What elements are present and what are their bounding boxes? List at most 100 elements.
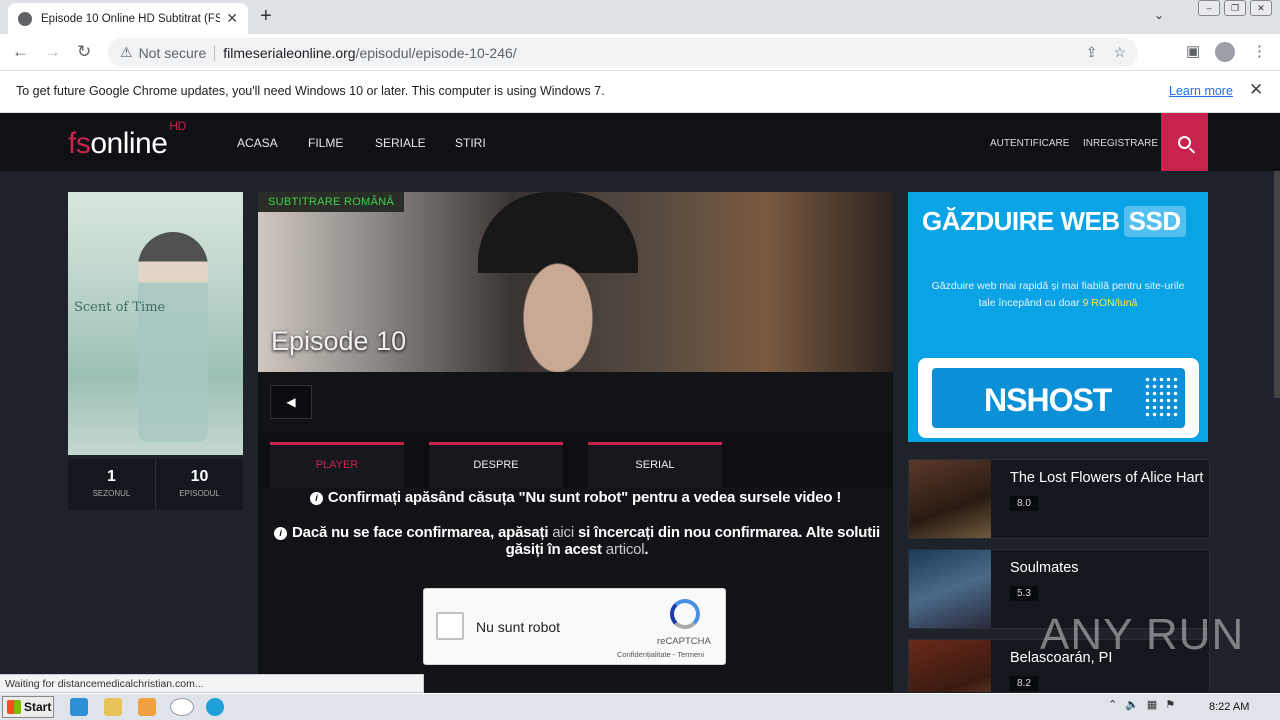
- chrome-icon[interactable]: [170, 698, 194, 716]
- server-panel: NSHOST: [932, 368, 1185, 428]
- tab-strip: Episode 10 Online HD Subtitrat (FSO ✕ + …: [0, 0, 1280, 34]
- volume-icon[interactable]: 🔈: [1125, 698, 1139, 711]
- anyrun-watermark: ANY RUN: [1040, 610, 1245, 659]
- url-domain: filmeserialeonline.org: [223, 44, 356, 61]
- bookmark-star-icon[interactable]: ☆: [1113, 44, 1126, 61]
- tab-serial[interactable]: SERIAL: [588, 442, 722, 488]
- back-icon[interactable]: ←: [12, 42, 29, 62]
- login-link[interactable]: AUTENTIFICARE: [990, 138, 1069, 149]
- player-panel: SUBTITRARE ROMÂNĂ Episode 10 ◀ PLAYER DE…: [258, 192, 893, 692]
- server-vent-icon: [1144, 376, 1178, 420]
- season-number: 1: [107, 468, 116, 485]
- list-thumbnail: [909, 640, 991, 692]
- subtitle-badge: SUBTITRARE ROMÂNĂ: [258, 192, 405, 212]
- forward-icon[interactable]: →: [44, 42, 61, 62]
- nav-acasa[interactable]: ACASA: [237, 136, 278, 150]
- episode-stat: 10 EPISODUL: [156, 459, 243, 510]
- list-thumbnail: [909, 460, 991, 538]
- network-icon[interactable]: ▦: [1147, 698, 1157, 711]
- captcha-notice: i Confirmați apăsând căsuța "Nu sunt robo…: [258, 489, 893, 506]
- share-icon[interactable]: ⇪: [1086, 44, 1098, 61]
- search-button[interactable]: [1161, 113, 1208, 171]
- restore-icon[interactable]: ❐: [1224, 0, 1246, 16]
- edge-icon[interactable]: [206, 698, 224, 716]
- infobar-close-icon[interactable]: ✕: [1249, 80, 1263, 100]
- media-player-icon[interactable]: [138, 698, 156, 716]
- poster-title: Scent of Time: [74, 300, 166, 315]
- poster-figure: [138, 232, 208, 442]
- ie-icon[interactable]: [70, 698, 88, 716]
- tab-title: Episode 10 Online HD Subtitrat (FSO: [41, 12, 221, 25]
- rating-badge: 8.2: [1010, 676, 1038, 691]
- aici-link[interactable]: aici: [552, 524, 574, 541]
- menu-kebab-icon[interactable]: ⋮: [1252, 42, 1267, 60]
- reload-icon[interactable]: ↻: [77, 42, 91, 62]
- update-infobar: To get future Google Chrome updates, you…: [0, 71, 1280, 113]
- side-panel-icon[interactable]: ▣: [1186, 42, 1200, 60]
- browser-tab[interactable]: Episode 10 Online HD Subtitrat (FSO ✕: [8, 3, 248, 34]
- hosting-ad[interactable]: GĂZDUIRE WEB SSD Găzduire web mai rapidă …: [908, 192, 1208, 442]
- episode-hero: SUBTITRARE ROMÂNĂ Episode 10: [258, 192, 893, 372]
- logo-online: online: [90, 127, 168, 160]
- explorer-icon[interactable]: [104, 698, 122, 716]
- page-scrollbar[interactable]: [1274, 171, 1280, 398]
- start-button[interactable]: Start: [2, 696, 54, 718]
- ad-headline-text: GĂZDUIRE WEB: [922, 206, 1120, 236]
- minimize-icon[interactable]: –: [1198, 0, 1220, 16]
- site-logo[interactable]: fsonlineHD: [68, 119, 186, 161]
- ad-headline: GĂZDUIRE WEB SSD: [922, 206, 1186, 237]
- recaptcha-terms-link[interactable]: Confidențialitate - Termeni: [617, 650, 704, 659]
- list-thumbnail: [909, 550, 991, 628]
- nav-stiri[interactable]: STIRI: [455, 136, 486, 150]
- recaptcha-label: Nu sunt robot: [476, 619, 561, 635]
- captcha-help-notice: i Dacă nu se face confirmarea, apăsați ai…: [272, 524, 882, 558]
- profile-avatar-icon[interactable]: [1215, 42, 1235, 62]
- tab-close-icon[interactable]: ✕: [226, 10, 238, 27]
- tab-player[interactable]: PLAYER: [270, 442, 404, 488]
- rating-badge: 5.3: [1010, 586, 1038, 601]
- list-item-title: Soulmates: [1010, 560, 1079, 576]
- articol-link[interactable]: articol: [606, 541, 645, 558]
- list-item-title: The Lost Flowers of Alice Hart: [1010, 470, 1204, 486]
- start-label: Start: [24, 700, 52, 714]
- season-label: SEZONUL: [92, 489, 131, 498]
- new-tab-button[interactable]: +: [260, 5, 272, 28]
- window-controls: – ❐ ✕: [1198, 0, 1272, 16]
- site-header: fsonlineHD ACASA FILME SERIALE STIRI AUT…: [0, 113, 1280, 171]
- tab-despre[interactable]: DESPRE: [429, 442, 563, 488]
- notice1-text: Confirmați apăsând căsuța "Nu sunt robot…: [327, 489, 842, 506]
- tab-search-icon[interactable]: ⌄: [1154, 8, 1164, 22]
- list-item[interactable]: The Lost Flowers of Alice Hart 8.0: [908, 459, 1210, 539]
- logo-hd: HD: [169, 119, 186, 133]
- close-window-icon[interactable]: ✕: [1250, 0, 1272, 16]
- register-link[interactable]: INREGISTRARE: [1083, 138, 1158, 149]
- windows-taskbar: Start ⌃ 🔈 ▦ ⚑ 8:22 AM: [0, 693, 1280, 720]
- rating-badge: 8.0: [1010, 496, 1038, 511]
- system-tray: ⌃ 🔈 ▦ ⚑: [1108, 698, 1175, 711]
- episode-label: EPISODUL: [179, 489, 220, 498]
- flag-icon[interactable]: ⚑: [1165, 698, 1175, 711]
- hero-image: [478, 192, 638, 372]
- clock[interactable]: 8:22 AM: [1209, 701, 1249, 713]
- nav-filme[interactable]: FILME: [308, 136, 343, 150]
- address-bar[interactable]: ⚠ Not secure filmeserialeonline.org/epis…: [108, 38, 1138, 67]
- prev-episode-button[interactable]: ◀: [270, 385, 312, 419]
- back-triangle-icon: ◀: [286, 395, 296, 409]
- windows-logo-icon: [7, 700, 21, 714]
- not-secure-label[interactable]: Not secure: [139, 45, 207, 61]
- episode-title: Episode 10: [271, 326, 407, 356]
- tray-arrow-icon[interactable]: ⌃: [1108, 698, 1117, 711]
- recaptcha-checkbox[interactable]: [436, 612, 464, 640]
- logo-fs: fs: [68, 127, 91, 160]
- learn-more-link[interactable]: Learn more: [1169, 84, 1233, 98]
- ad-ssd-badge: SSD: [1123, 206, 1186, 237]
- season-episode-stats: 1 SEZONUL 10 EPISODUL: [68, 459, 243, 510]
- recaptcha-logo-icon: [670, 599, 700, 629]
- show-poster[interactable]: Scent of Time: [68, 192, 243, 455]
- nav-seriale[interactable]: SERIALE: [375, 136, 426, 150]
- warning-icon[interactable]: ⚠: [120, 44, 133, 61]
- infobar-message: To get future Google Chrome updates, you…: [16, 84, 605, 98]
- status-bubble: Waiting for distancemedicalchristian.com…: [0, 674, 424, 693]
- player-tabs: PLAYER DESPRE SERIAL: [258, 432, 893, 488]
- search-icon: [1178, 135, 1191, 149]
